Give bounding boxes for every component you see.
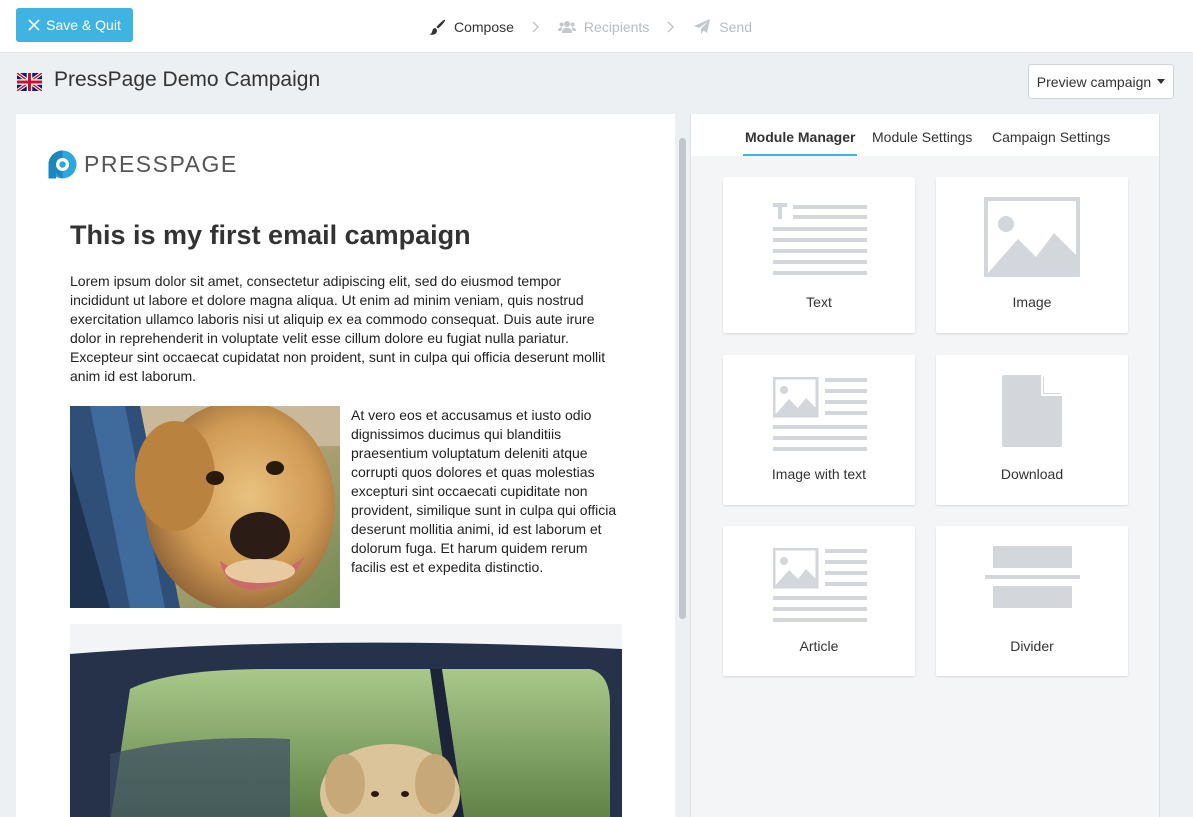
- preview-campaign-dropdown[interactable]: Preview campaign: [1028, 64, 1174, 99]
- module-card-label: Article: [799, 638, 839, 654]
- panel-tabs: Module Manager Module Settings Campaign …: [691, 114, 1160, 156]
- email-heading[interactable]: This is my first email campaign: [70, 220, 471, 251]
- paper-plane-icon: [694, 18, 711, 34]
- step-send-label: Send: [719, 18, 752, 35]
- campaign-title: PressPage Demo Campaign: [54, 68, 321, 91]
- brush-icon: [429, 19, 445, 35]
- presspage-logo-icon: [48, 150, 77, 179]
- active-tab-indicator: [743, 154, 857, 156]
- divider-module-icon: [985, 546, 1080, 608]
- module-card-text[interactable]: Text: [723, 177, 915, 333]
- module-panel: Module Manager Module Settings Campaign …: [690, 114, 1160, 817]
- module-card-label: Divider: [1010, 638, 1054, 654]
- save-and-quit-button[interactable]: Save & Quit: [16, 8, 133, 42]
- uk-flag-icon: [17, 73, 42, 91]
- save-and-quit-label: Save & Quit: [46, 17, 121, 33]
- module-card-label: Image with text: [771, 466, 867, 482]
- tab-module-manager[interactable]: Module Manager: [745, 129, 855, 145]
- step-compose[interactable]: Compose: [428, 18, 514, 36]
- dog-photo-image[interactable]: [70, 406, 340, 608]
- preview-campaign-label: Preview campaign: [1036, 73, 1152, 90]
- email-paragraph[interactable]: At vero eos et accusamus et iusto odio d…: [351, 406, 621, 577]
- chevron-right-icon: [532, 20, 540, 33]
- image-with-text-module-icon: [773, 377, 867, 451]
- users-icon: [557, 20, 576, 33]
- dog-in-car-image[interactable]: [70, 624, 622, 817]
- wizard-steps: Compose Recipients Send: [428, 0, 752, 53]
- text-module-icon: [773, 203, 867, 275]
- editor-scrollbar-thumb[interactable]: [679, 138, 686, 619]
- step-send[interactable]: Send: [693, 18, 752, 36]
- step-compose-label: Compose: [454, 18, 514, 35]
- logo-text: PRESSPAGE: [84, 151, 238, 177]
- top-bar: Save & Quit Compose Recipients Send: [0, 0, 1193, 53]
- tab-module-settings[interactable]: Module Settings: [872, 129, 972, 145]
- close-icon: [28, 19, 40, 31]
- presspage-logo: PRESSPAGE: [47, 149, 238, 180]
- email-paragraph[interactable]: Lorem ipsum dolor sit amet, consectetur …: [70, 272, 618, 386]
- module-card-article[interactable]: Article: [723, 526, 915, 676]
- right-gutter: [1159, 114, 1193, 817]
- download-module-icon: [1002, 375, 1062, 447]
- step-recipients-label: Recipients: [583, 18, 650, 35]
- module-card-label: Image: [1012, 294, 1052, 310]
- module-card-image[interactable]: Image: [936, 177, 1128, 333]
- image-module-icon: [984, 197, 1080, 277]
- chevron-right-icon: [667, 20, 675, 33]
- tab-campaign-settings[interactable]: Campaign Settings: [992, 129, 1110, 145]
- module-card-download[interactable]: Download: [936, 355, 1128, 505]
- step-recipients[interactable]: Recipients: [557, 18, 650, 36]
- module-card-image-with-text[interactable]: Image with text: [723, 355, 915, 505]
- module-card-label: Text: [806, 294, 832, 310]
- module-card-divider[interactable]: Divider: [936, 526, 1128, 676]
- module-card-label: Download: [1000, 466, 1064, 482]
- email-editor-canvas[interactable]: PRESSPAGE This is my first email campaig…: [16, 114, 675, 817]
- article-module-icon: [773, 548, 867, 622]
- caret-down-icon: [1157, 79, 1166, 84]
